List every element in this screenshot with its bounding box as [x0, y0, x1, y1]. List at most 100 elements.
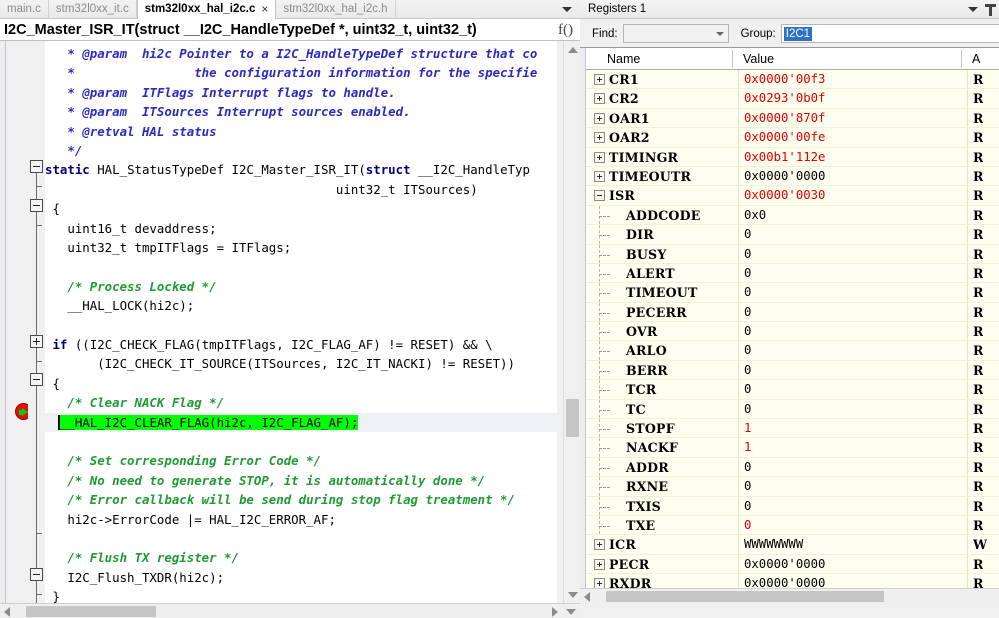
scroll-corner-button[interactable] [566, 604, 576, 618]
register-value[interactable]: 0 [744, 225, 751, 244]
group-input[interactable]: I2C1 [781, 24, 999, 43]
function-scope-icon[interactable]: f() [558, 19, 573, 41]
scrollbar-thumb[interactable] [26, 606, 156, 617]
expand-icon[interactable] [594, 171, 605, 182]
scrollbar-thumb[interactable] [606, 591, 884, 602]
scroll-down-button[interactable] [564, 586, 581, 603]
register-row[interactable]: BUSY0R [586, 245, 999, 264]
register-value[interactable]: 0 [744, 303, 751, 322]
register-value[interactable]: WWWWWWWW [744, 535, 803, 554]
scroll-left-button[interactable] [4, 604, 10, 618]
register-row[interactable]: TIMINGR0x00b1'112eR [586, 148, 999, 167]
panel-menu-dropdown-icon[interactable] [968, 7, 978, 12]
register-value[interactable]: 0x0000'0000 [744, 167, 825, 186]
editor-horizontal-scrollbar[interactable] [0, 603, 580, 618]
fold-toggle-body[interactable] [30, 199, 43, 212]
register-value[interactable]: 0x0000'0000 [744, 574, 825, 588]
expand-icon[interactable] [594, 578, 605, 588]
fold-toggle-elseif[interactable] [30, 568, 43, 581]
fold-toggle-function[interactable] [30, 160, 43, 173]
register-value[interactable]: 0 [744, 400, 751, 419]
register-value[interactable]: 0x0000'870f [744, 109, 825, 128]
register-row[interactable]: PECERR0R [586, 303, 999, 322]
register-row[interactable]: OAR20x0000'00feR [586, 128, 999, 147]
register-value[interactable]: 0x0000'00fe [744, 128, 825, 147]
register-value[interactable]: 0x0000'0030 [744, 186, 825, 205]
register-row[interactable]: ICRWWWWWWWWW [586, 535, 999, 554]
column-header-name[interactable]: Name [602, 48, 640, 70]
tab-list-dropdown-button[interactable] [558, 0, 576, 19]
register-row[interactable]: TXIS0R [586, 497, 999, 516]
register-row[interactable]: TIMEOUTR0x0000'0000R [586, 167, 999, 186]
expand-icon[interactable] [594, 152, 605, 163]
register-value[interactable]: 0 [744, 322, 751, 341]
register-row[interactable]: RXNE0R [586, 477, 999, 496]
register-value[interactable]: 0 [744, 516, 751, 535]
breakpoint-gutter[interactable] [7, 41, 28, 603]
register-row[interactable]: PECR0x0000'0000R [586, 555, 999, 574]
collapse-icon[interactable] [594, 190, 605, 201]
editor-vertical-scrollbar[interactable] [563, 41, 580, 603]
fold-toggle-if[interactable] [30, 335, 43, 348]
register-value[interactable]: 0x00b1'112e [744, 148, 825, 167]
registers-horizontal-scrollbar[interactable] [580, 588, 999, 603]
debugger-window: main.c stm32l0xx_it.c stm32l0xx_hal_i2c.… [0, 0, 999, 618]
register-value[interactable]: 0 [744, 283, 751, 302]
editor-tab-main-c[interactable]: main.c [0, 0, 49, 19]
scroll-right-button[interactable] [552, 604, 558, 618]
register-row[interactable]: TC0R [586, 400, 999, 419]
register-value[interactable]: 1 [744, 438, 751, 457]
expand-icon[interactable] [594, 113, 605, 124]
register-row[interactable]: TIMEOUT0R [586, 283, 999, 302]
register-row[interactable]: CR20x0293'0b0fR [586, 89, 999, 108]
registers-row-list[interactable]: CR10x0000'00f3RCR20x0293'0b0fROAR10x0000… [586, 70, 999, 588]
register-row[interactable]: OVR0R [586, 322, 999, 341]
register-value[interactable]: 0 [744, 341, 751, 360]
register-row[interactable]: STOPF1R [586, 419, 999, 438]
register-row[interactable]: CR10x0000'00f3R [586, 70, 999, 89]
expand-icon[interactable] [594, 74, 605, 85]
register-value[interactable]: 0 [744, 497, 751, 516]
code-text-area[interactable]: * @param hi2c Pointer to a I2C_HandleTyp… [45, 41, 557, 603]
register-value[interactable]: 1 [744, 419, 751, 438]
editor-tab-stm32l0xx-hal-i2c-c[interactable]: stm32l0xx_hal_i2c.c × [137, 0, 277, 19]
register-value[interactable]: 0 [744, 245, 751, 264]
expand-icon[interactable] [594, 93, 605, 104]
register-value[interactable]: 0 [744, 264, 751, 283]
register-row[interactable]: TXE0R [586, 516, 999, 535]
register-row[interactable]: ALERT0R [586, 264, 999, 283]
scroll-left-button[interactable] [584, 589, 590, 604]
register-value[interactable]: 0 [744, 361, 751, 380]
register-value[interactable]: 0x0000'00f3 [744, 70, 825, 89]
scrollbar-thumb[interactable] [566, 399, 579, 437]
register-row[interactable]: DIR0R [586, 225, 999, 244]
register-row[interactable]: NACKF1R [586, 438, 999, 457]
column-header-value[interactable]: Value [738, 48, 774, 70]
editor-tab-stm32l0xx-it-c[interactable]: stm32l0xx_it.c [49, 0, 137, 19]
register-row[interactable]: ADDCODE0x0R [586, 206, 999, 225]
register-value[interactable]: 0 [744, 477, 751, 496]
register-row[interactable]: ADDR0R [586, 458, 999, 477]
register-row[interactable]: RXDR0x0000'0000R [586, 574, 999, 588]
expand-icon[interactable] [594, 132, 605, 143]
close-icon[interactable]: × [261, 0, 268, 19]
register-row[interactable]: ARLO0R [586, 341, 999, 360]
register-row[interactable]: ISR0x0000'0030R [586, 186, 999, 205]
find-combobox[interactable] [623, 24, 729, 43]
register-value[interactable]: 0x0000'0000 [744, 555, 825, 574]
expand-icon[interactable] [594, 559, 605, 570]
editor-tab-stm32l0xx-hal-i2c-h[interactable]: stm32l0xx_hal_i2c.h [276, 0, 395, 19]
register-value[interactable]: 0 [744, 458, 751, 477]
register-value[interactable]: 0x0 [744, 206, 766, 225]
fold-toggle-if-body[interactable] [30, 373, 43, 386]
pin-icon[interactable] [985, 4, 996, 16]
expand-icon[interactable] [594, 539, 605, 550]
register-value[interactable]: 0 [744, 380, 751, 399]
register-row[interactable]: OAR10x0000'870fR [586, 109, 999, 128]
register-value[interactable]: 0x0293'0b0f [744, 89, 825, 108]
scroll-up-button[interactable] [564, 41, 581, 58]
register-row[interactable]: TCR0R [586, 380, 999, 399]
code-folding-gutter[interactable] [28, 41, 45, 603]
column-header-access[interactable]: A [967, 48, 980, 70]
register-row[interactable]: BERR0R [586, 361, 999, 380]
